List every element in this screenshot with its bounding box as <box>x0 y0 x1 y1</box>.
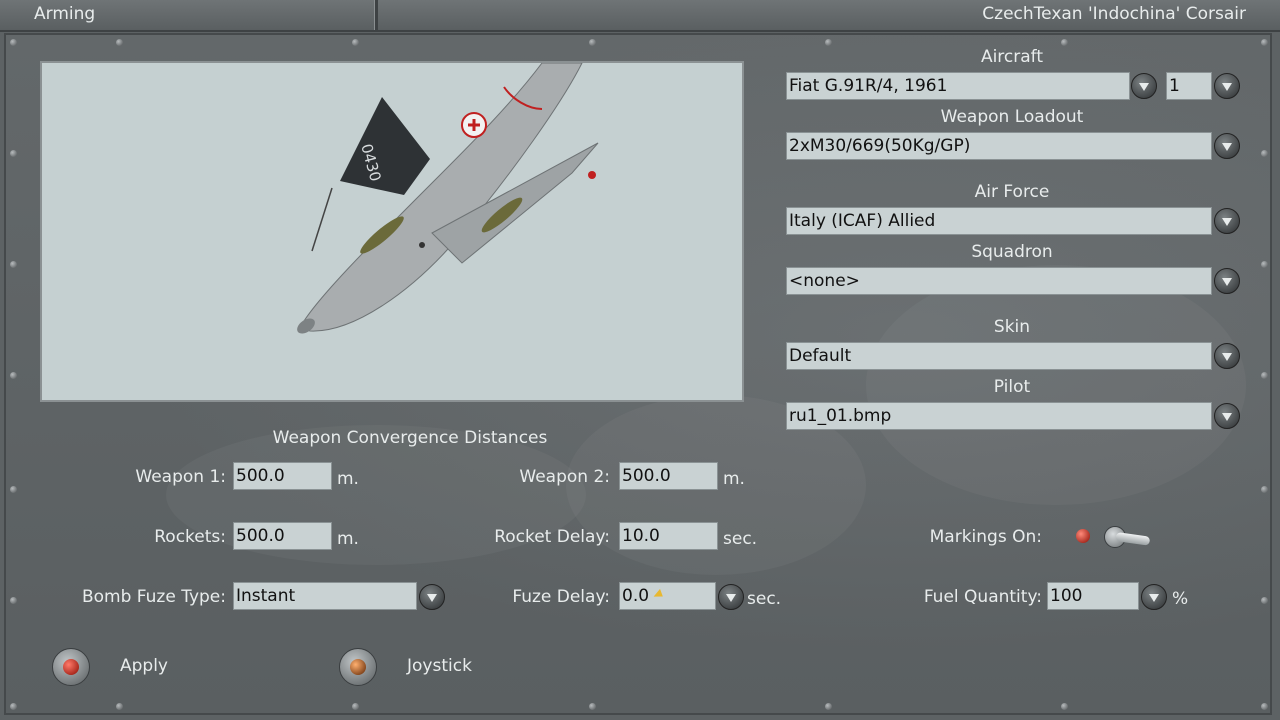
squadron-select[interactable]: <none> <box>786 267 1212 295</box>
pilot-label: Pilot <box>993 377 1031 397</box>
rivet <box>10 39 17 46</box>
skin-label: Skin <box>993 317 1031 337</box>
rivet <box>589 703 596 710</box>
weapon2-input[interactable]: 500.0 <box>619 462 718 490</box>
apply-button[interactable] <box>52 648 90 686</box>
chevron-down-icon[interactable] <box>1214 343 1240 369</box>
rivet <box>1261 372 1268 379</box>
markings-indicator-light <box>1076 529 1090 543</box>
fuze-delay-input[interactable]: 0.0 <box>619 582 716 610</box>
chevron-down-icon[interactable] <box>1141 584 1167 610</box>
rockets-input[interactable]: 500.0 <box>233 522 332 550</box>
joystick-button[interactable] <box>339 648 377 686</box>
fuel-quantity-select[interactable]: 100 <box>1047 582 1139 610</box>
weapon1-unit: m. <box>337 469 359 489</box>
rivet <box>10 372 17 379</box>
apply-label[interactable]: Apply <box>120 656 168 676</box>
bomb-fuze-label: Bomb Fuze Type: <box>81 587 226 607</box>
bomb-fuze-select[interactable]: Instant <box>233 582 417 610</box>
fuze-delay-label: Fuze Delay: <box>512 587 610 607</box>
weapon1-input[interactable]: 500.0 <box>233 462 332 490</box>
weapon1-label: Weapon 1: <box>135 467 226 487</box>
aircraft-label: Aircraft <box>980 47 1044 67</box>
rocket-delay-input[interactable]: 10.0 <box>619 522 718 550</box>
chevron-down-icon[interactable] <box>1131 73 1157 99</box>
rivet <box>1061 39 1068 46</box>
fuel-label: Fuel Quantity: <box>923 587 1042 607</box>
title-separator <box>374 0 378 30</box>
rivet <box>116 39 123 46</box>
window-title: Arming <box>34 4 96 24</box>
rocket-delay-label: Rocket Delay: <box>494 527 610 547</box>
rivet <box>116 703 123 710</box>
aircraft-model-image: 0430 <box>297 63 599 334</box>
rivet <box>1261 597 1268 604</box>
chevron-down-icon[interactable] <box>1214 73 1240 99</box>
weapon2-label: Weapon 2: <box>519 467 610 487</box>
rivet <box>10 486 17 493</box>
fuze-delay-unit: sec. <box>747 589 782 609</box>
rockets-unit: m. <box>337 529 359 549</box>
markings-label: Markings On: <box>929 527 1042 547</box>
convergence-heading: Weapon Convergence Distances <box>272 428 548 448</box>
rivet <box>1261 486 1268 493</box>
rivet <box>1261 39 1268 46</box>
loadout-select[interactable]: 2xM30/669(50Kg/GP) <box>786 132 1212 160</box>
aircraft-preview[interactable]: 0430 <box>40 61 744 402</box>
title-bar: Arming CzechTexan 'Indochina' Corsair <box>0 0 1280 32</box>
pilot-select[interactable]: ru1_01.bmp <box>786 402 1212 430</box>
chevron-down-icon[interactable] <box>1214 133 1240 159</box>
markings-toggle-switch[interactable] <box>1104 522 1151 552</box>
chevron-down-icon[interactable] <box>1214 268 1240 294</box>
mission-title: CzechTexan 'Indochina' Corsair <box>982 4 1246 24</box>
rivet <box>10 261 17 268</box>
weapon2-unit: m. <box>723 469 745 489</box>
rivet <box>589 39 596 46</box>
chevron-down-icon[interactable] <box>1214 403 1240 429</box>
rivet <box>1061 703 1068 710</box>
fuel-unit: % <box>1172 589 1189 609</box>
rivet <box>352 703 359 710</box>
chevron-down-icon[interactable] <box>718 584 744 610</box>
airforce-label: Air Force <box>974 182 1050 202</box>
rivet <box>352 39 359 46</box>
rivet <box>1261 261 1268 268</box>
rivet <box>10 150 17 157</box>
rivet <box>1261 703 1268 710</box>
chevron-down-icon[interactable] <box>1214 208 1240 234</box>
loadout-label: Weapon Loadout <box>940 107 1084 127</box>
skin-select[interactable]: Default <box>786 342 1212 370</box>
airforce-select[interactable]: Italy (ICAF) Allied <box>786 207 1212 235</box>
aircraft-count-select[interactable]: 1 <box>1166 72 1212 100</box>
squadron-label: Squadron <box>971 242 1053 262</box>
rivet <box>10 597 17 604</box>
aircraft-select[interactable]: Fiat G.91R/4, 1961 <box>786 72 1130 100</box>
rivet <box>10 703 17 710</box>
rivet <box>1261 150 1268 157</box>
rockets-label: Rockets: <box>154 527 226 547</box>
rocket-delay-unit: sec. <box>723 529 758 549</box>
joystick-label[interactable]: Joystick <box>407 656 472 676</box>
rivet <box>825 39 832 46</box>
rivet <box>825 703 832 710</box>
